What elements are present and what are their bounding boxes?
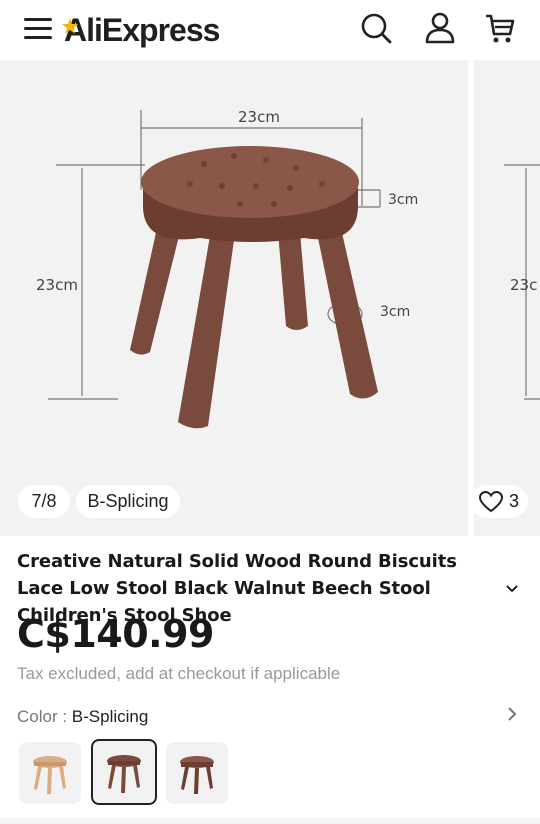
walnut-lace-stool-thumbnail: [180, 756, 214, 794]
section-divider: [0, 818, 540, 824]
width-label: 23cm: [238, 108, 280, 126]
beech-stool-thumbnail: [33, 756, 67, 794]
color-option-beech[interactable]: [19, 742, 81, 804]
wishlist-count: 3: [508, 491, 519, 511]
color-chevron-right-icon[interactable]: [504, 704, 520, 724]
wishlist-button[interactable]: 3: [470, 485, 528, 518]
search-icon[interactable]: [358, 10, 394, 46]
user-icon[interactable]: [422, 10, 458, 46]
color-selector-label[interactable]: Color : B-Splicing: [17, 707, 148, 727]
color-option-b-splicing[interactable]: [91, 739, 157, 805]
height-label: 23cm: [36, 276, 78, 294]
menu-icon[interactable]: [24, 16, 54, 42]
product-price: C$140.99: [17, 612, 214, 656]
next-height-label: 23c: [510, 276, 537, 294]
next-product-image[interactable]: 23c: [474, 60, 540, 536]
logo-text: AliExpress: [64, 11, 220, 48]
variant-badge: B-Splicing: [76, 485, 180, 518]
color-label: Color :: [17, 707, 72, 726]
top-header: AliExpress: [0, 0, 540, 60]
color-value: B-Splicing: [71, 707, 149, 726]
logo-star-icon: [62, 18, 78, 34]
cart-icon[interactable]: [482, 10, 518, 46]
heart-icon: [478, 490, 503, 512]
image-counter: 7/8: [18, 485, 70, 518]
walnut-stool-thumbnail: [107, 755, 141, 793]
seat-thickness-label: 3cm: [388, 192, 418, 208]
aliexpress-logo[interactable]: AliExpress: [62, 10, 220, 50]
stool-illustration: 23cm 23cm 3cm 3cm: [36, 108, 418, 429]
color-option-walnut[interactable]: [166, 742, 228, 804]
next-image-illustration: 23c: [504, 164, 540, 400]
product-image-gallery[interactable]: 23cm 23cm 3cm 3cm 23c 7/8 B-Splicing 3: [0, 60, 540, 536]
leg-diameter-label: 3cm: [380, 304, 410, 320]
tax-note: Tax excluded, add at checkout if applica…: [17, 664, 341, 683]
product-image[interactable]: 23cm 23cm 3cm 3cm: [0, 60, 468, 536]
expand-title-chevron-icon[interactable]: [504, 582, 520, 596]
